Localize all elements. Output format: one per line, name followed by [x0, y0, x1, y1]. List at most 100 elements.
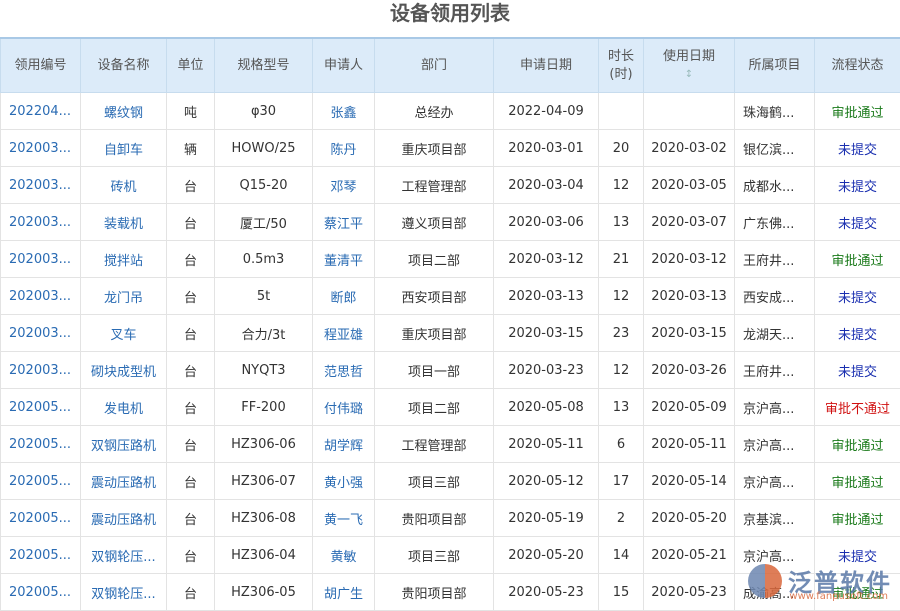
cell-project: 京沪高... — [735, 389, 815, 426]
cell-request-id[interactable]: 202204... — [1, 93, 81, 130]
cell-unit: 台 — [167, 537, 215, 574]
cell-department: 项目三部 — [375, 463, 494, 500]
cell-equipment-name[interactable]: 龙门吊 — [81, 278, 167, 315]
cell-equipment-name[interactable]: 自卸车 — [81, 130, 167, 167]
cell-equipment-name[interactable]: 螺纹钢 — [81, 93, 167, 130]
table-row[interactable]: 202003...自卸车辆HOWO/25陈丹重庆项目部2020-03-01202… — [1, 130, 900, 167]
cell-request-id[interactable]: 202003... — [1, 315, 81, 352]
column-header-request-id[interactable]: 领用编号 — [1, 38, 81, 93]
cell-apply-date: 2020-03-01 — [494, 130, 599, 167]
cell-request-id[interactable]: 202005... — [1, 537, 81, 574]
cell-duration: 15 — [599, 574, 644, 611]
cell-status: 未提交 — [815, 278, 900, 315]
column-header-duration[interactable]: 时长(时) — [599, 38, 644, 93]
column-header-use-date[interactable]: 使用日期 ↕ — [644, 38, 735, 93]
cell-project: 王府井... — [735, 241, 815, 278]
cell-applicant[interactable]: 程亚雄 — [313, 315, 375, 352]
cell-use-date — [644, 93, 735, 130]
cell-spec-model: HZ306-04 — [215, 537, 313, 574]
cell-project: 广东佛... — [735, 204, 815, 241]
cell-equipment-name[interactable]: 震动压路机 — [81, 463, 167, 500]
cell-duration: 14 — [599, 537, 644, 574]
cell-applicant[interactable]: 张鑫 — [313, 93, 375, 130]
sort-icon[interactable]: ↕ — [644, 66, 734, 84]
cell-department: 贵阳项目部 — [375, 500, 494, 537]
cell-duration: 12 — [599, 278, 644, 315]
column-header-apply-date[interactable]: 申请日期 — [494, 38, 599, 93]
cell-unit: 台 — [167, 204, 215, 241]
table-row[interactable]: 202204...螺纹钢吨φ30张鑫总经办2022-04-09珠海鹤...审批通… — [1, 93, 900, 130]
cell-request-id[interactable]: 202003... — [1, 241, 81, 278]
cell-request-id[interactable]: 202003... — [1, 130, 81, 167]
column-header-project[interactable]: 所属项目 — [735, 38, 815, 93]
cell-request-id[interactable]: 202005... — [1, 389, 81, 426]
cell-spec-model: 合力/3t — [215, 315, 313, 352]
cell-equipment-name[interactable]: 发电机 — [81, 389, 167, 426]
cell-applicant[interactable]: 邓琴 — [313, 167, 375, 204]
table-row[interactable]: 202005...双钢压路机台HZ306-06胡学辉工程管理部2020-05-1… — [1, 426, 900, 463]
equipment-table: 领用编号设备名称单位规格型号申请人部门申请日期时长(时) 使用日期 ↕所属项目流程状… — [0, 37, 900, 611]
cell-applicant[interactable]: 黄敏 — [313, 537, 375, 574]
cell-request-id[interactable]: 202005... — [1, 463, 81, 500]
cell-applicant[interactable]: 胡广生 — [313, 574, 375, 611]
cell-department: 西安项目部 — [375, 278, 494, 315]
cell-applicant[interactable]: 断郎 — [313, 278, 375, 315]
cell-use-date: 2020-03-05 — [644, 167, 735, 204]
cell-project: 王府井... — [735, 352, 815, 389]
cell-equipment-name[interactable]: 双钢压路机 — [81, 426, 167, 463]
cell-equipment-name[interactable]: 叉车 — [81, 315, 167, 352]
column-header-spec-model[interactable]: 规格型号 — [215, 38, 313, 93]
cell-applicant[interactable]: 董清平 — [313, 241, 375, 278]
column-header-equipment-name[interactable]: 设备名称 — [81, 38, 167, 93]
cell-equipment-name[interactable]: 装载机 — [81, 204, 167, 241]
cell-applicant[interactable]: 蔡江平 — [313, 204, 375, 241]
column-header-status[interactable]: 流程状态 — [815, 38, 900, 93]
cell-use-date: 2020-05-09 — [644, 389, 735, 426]
cell-applicant[interactable]: 胡学辉 — [313, 426, 375, 463]
cell-request-id[interactable]: 202003... — [1, 278, 81, 315]
table-row[interactable]: 202005...震动压路机台HZ306-07黄小强项目三部2020-05-12… — [1, 463, 900, 500]
cell-spec-model: HZ306-05 — [215, 574, 313, 611]
cell-equipment-name[interactable]: 双钢轮压... — [81, 574, 167, 611]
cell-request-id[interactable]: 202005... — [1, 500, 81, 537]
table-row[interactable]: 202003...砌块成型机台NYQT3范思哲项目一部2020-03-23122… — [1, 352, 900, 389]
cell-request-id[interactable]: 202005... — [1, 574, 81, 611]
cell-equipment-name[interactable]: 砖机 — [81, 167, 167, 204]
table-row[interactable]: 202005...震动压路机台HZ306-08黄一飞贵阳项目部2020-05-1… — [1, 500, 900, 537]
cell-department: 遵义项目部 — [375, 204, 494, 241]
cell-request-id[interactable]: 202005... — [1, 426, 81, 463]
cell-applicant[interactable]: 黄一飞 — [313, 500, 375, 537]
cell-duration: 12 — [599, 167, 644, 204]
cell-status: 审批通过 — [815, 93, 900, 130]
cell-applicant[interactable]: 陈丹 — [313, 130, 375, 167]
column-header-applicant[interactable]: 申请人 — [313, 38, 375, 93]
column-header-unit[interactable]: 单位 — [167, 38, 215, 93]
column-header-label: 使用日期 — [663, 49, 715, 64]
table-row[interactable]: 202005...发电机台FF-200付伟璐项目二部2020-05-081320… — [1, 389, 900, 426]
cell-request-id[interactable]: 202003... — [1, 204, 81, 241]
table-row[interactable]: 202003...龙门吊台5t断郎西安项目部2020-03-13122020-0… — [1, 278, 900, 315]
cell-equipment-name[interactable]: 震动压路机 — [81, 500, 167, 537]
cell-applicant[interactable]: 黄小强 — [313, 463, 375, 500]
cell-applicant[interactable]: 范思哲 — [313, 352, 375, 389]
cell-request-id[interactable]: 202003... — [1, 352, 81, 389]
cell-status: 审批通过 — [815, 463, 900, 500]
cell-request-id[interactable]: 202003... — [1, 167, 81, 204]
cell-equipment-name[interactable]: 砌块成型机 — [81, 352, 167, 389]
cell-status: 审批不通过 — [815, 389, 900, 426]
cell-spec-model: NYQT3 — [215, 352, 313, 389]
cell-department: 总经办 — [375, 93, 494, 130]
table-row[interactable]: 202003...砖机台Q15-20邓琴工程管理部2020-03-0412202… — [1, 167, 900, 204]
cell-equipment-name[interactable]: 搅拌站 — [81, 241, 167, 278]
cell-apply-date: 2020-03-15 — [494, 315, 599, 352]
cell-duration: 13 — [599, 204, 644, 241]
cell-applicant[interactable]: 付伟璐 — [313, 389, 375, 426]
cell-equipment-name[interactable]: 双钢轮压... — [81, 537, 167, 574]
table-row[interactable]: 202003...搅拌站台0.5m3董清平项目二部2020-03-1221202… — [1, 241, 900, 278]
cell-spec-model: 0.5m3 — [215, 241, 313, 278]
watermark-url: www.fanpusoft.com — [789, 591, 888, 602]
cell-apply-date: 2020-03-04 — [494, 167, 599, 204]
table-row[interactable]: 202003...叉车台合力/3t程亚雄重庆项目部2020-03-1523202… — [1, 315, 900, 352]
column-header-department[interactable]: 部门 — [375, 38, 494, 93]
table-row[interactable]: 202003...装载机台厦工/50蔡江平遵义项目部2020-03-061320… — [1, 204, 900, 241]
